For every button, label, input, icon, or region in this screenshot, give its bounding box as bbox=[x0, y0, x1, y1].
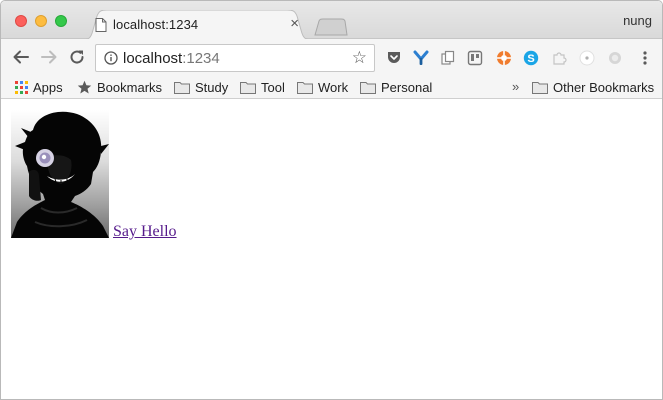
star-icon bbox=[77, 80, 92, 93]
bookmark-apps[interactable]: Apps bbox=[15, 78, 63, 96]
bookmark-apps-label: Apps bbox=[33, 79, 63, 95]
tab-strip: localhost:1234 × nung bbox=[1, 1, 662, 40]
active-tab[interactable]: localhost:1234 × bbox=[81, 10, 313, 40]
bookmarks-overflow-chevron[interactable]: » bbox=[512, 79, 519, 94]
bookmark-personal-label: Personal bbox=[381, 79, 433, 95]
bookmarks-bar: Apps Bookmarks Study Tool Work Personal … bbox=[1, 75, 662, 99]
zoom-window-button[interactable] bbox=[55, 15, 67, 27]
pocket-icon[interactable] bbox=[386, 50, 402, 66]
profile-name[interactable]: nung bbox=[623, 13, 652, 28]
url-host: localhost bbox=[123, 50, 183, 67]
apps-grid-icon bbox=[15, 80, 28, 94]
bookmark-star-icon[interactable]: ☆ bbox=[352, 49, 367, 67]
bookmark-work-label: Work bbox=[318, 79, 349, 95]
extension-dot-icon[interactable] bbox=[579, 50, 595, 66]
bookmark-bookmarks[interactable]: Bookmarks bbox=[77, 78, 162, 96]
tab-title: localhost:1234 bbox=[113, 17, 199, 32]
skype-icon[interactable]: S bbox=[523, 50, 539, 66]
bookmark-folder-study[interactable]: Study bbox=[174, 78, 228, 96]
bookmark-study-label: Study bbox=[195, 79, 229, 95]
bookmark-other-label: Other Bookmarks bbox=[553, 79, 655, 95]
page-icon bbox=[95, 18, 107, 32]
menu-kebab-icon[interactable] bbox=[637, 50, 653, 66]
minimize-window-button[interactable] bbox=[35, 15, 47, 27]
new-tab-button[interactable] bbox=[314, 18, 348, 36]
folder-icon bbox=[174, 81, 190, 94]
svg-text:S: S bbox=[527, 53, 534, 65]
tab-close-icon[interactable]: × bbox=[290, 16, 299, 32]
yoink-icon[interactable] bbox=[413, 50, 429, 66]
bookmark-folder-other[interactable]: Other Bookmarks bbox=[532, 78, 654, 96]
avatar-image bbox=[11, 110, 109, 238]
bookmark-folder-work[interactable]: Work bbox=[297, 78, 348, 96]
page-content: Say Hello bbox=[1, 100, 662, 399]
extension-circle-icon[interactable] bbox=[607, 50, 623, 66]
info-icon[interactable] bbox=[104, 51, 118, 65]
browser-window: localhost:1234 × nung localhost:1234 ☆ S… bbox=[0, 0, 663, 400]
back-arrow-icon[interactable] bbox=[12, 48, 30, 66]
folder-icon bbox=[360, 81, 376, 94]
close-window-button[interactable] bbox=[15, 15, 27, 27]
url-text[interactable]: localhost:1234 bbox=[123, 50, 220, 67]
puzzle-icon[interactable] bbox=[551, 50, 567, 66]
bookmark-tool-label: Tool bbox=[261, 79, 285, 95]
forward-arrow-icon[interactable] bbox=[40, 48, 58, 66]
folder-icon bbox=[297, 81, 313, 94]
folder-icon bbox=[240, 81, 256, 94]
bookmark-bookmarks-label: Bookmarks bbox=[97, 79, 163, 95]
reload-icon[interactable] bbox=[68, 48, 86, 66]
lifebuoy-icon[interactable] bbox=[496, 50, 512, 66]
say-hello-link[interactable]: Say Hello bbox=[113, 223, 177, 241]
bookmark-folder-tool[interactable]: Tool bbox=[240, 78, 285, 96]
address-bar[interactable]: localhost:1234 ☆ bbox=[95, 44, 375, 72]
copy-icon[interactable] bbox=[440, 50, 456, 66]
folder-icon bbox=[532, 81, 548, 94]
bookmark-folder-personal[interactable]: Personal bbox=[360, 78, 432, 96]
url-port: :1234 bbox=[182, 50, 220, 67]
trello-icon[interactable] bbox=[467, 50, 483, 66]
